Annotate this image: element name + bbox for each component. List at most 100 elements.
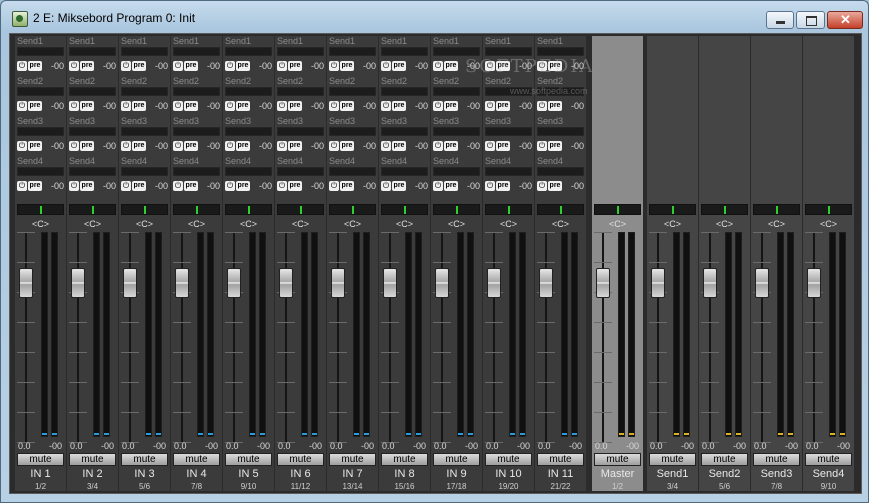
volume-fader[interactable] xyxy=(123,268,137,298)
send-pre-button[interactable]: pre xyxy=(444,61,458,71)
send-pre-button[interactable]: pre xyxy=(28,101,42,111)
send-level-slider[interactable] xyxy=(17,87,64,96)
send-pre-button[interactable]: pre xyxy=(236,141,250,151)
send-pre-button[interactable]: pre xyxy=(80,101,94,111)
pan-control[interactable] xyxy=(701,204,748,215)
send-power-button[interactable]: ⏻ xyxy=(225,61,235,71)
send-level-slider[interactable] xyxy=(329,167,376,176)
volume-fader[interactable] xyxy=(71,268,85,298)
send-level-slider[interactable] xyxy=(537,167,584,176)
send-level-slider[interactable] xyxy=(69,47,116,56)
send-pre-button[interactable]: pre xyxy=(548,141,562,151)
send-power-button[interactable]: ⏻ xyxy=(381,181,391,191)
send-power-button[interactable]: ⏻ xyxy=(329,101,339,111)
send-power-button[interactable]: ⏻ xyxy=(433,61,443,71)
send-level-slider[interactable] xyxy=(537,47,584,56)
send-power-button[interactable]: ⏻ xyxy=(277,141,287,151)
send-pre-button[interactable]: pre xyxy=(132,181,146,191)
pan-control[interactable] xyxy=(753,204,800,215)
pan-control[interactable] xyxy=(485,204,532,215)
mute-button[interactable]: mute xyxy=(594,453,641,466)
send-level-slider[interactable] xyxy=(69,127,116,136)
send-level-slider[interactable] xyxy=(17,127,64,136)
send-pre-button[interactable]: pre xyxy=(288,101,302,111)
send-power-button[interactable]: ⏻ xyxy=(69,141,79,151)
send-pre-button[interactable]: pre xyxy=(80,181,94,191)
pan-control[interactable] xyxy=(537,204,584,215)
send-power-button[interactable]: ⏻ xyxy=(121,141,131,151)
send-pre-button[interactable]: pre xyxy=(184,141,198,151)
volume-fader[interactable] xyxy=(539,268,553,298)
send-pre-button[interactable]: pre xyxy=(236,61,250,71)
send-level-slider[interactable] xyxy=(225,47,272,56)
mute-button[interactable]: mute xyxy=(17,453,64,466)
mute-button[interactable]: mute xyxy=(121,453,168,466)
minimize-button[interactable] xyxy=(766,11,794,29)
send-power-button[interactable]: ⏻ xyxy=(485,141,495,151)
send-level-slider[interactable] xyxy=(277,167,324,176)
volume-fader[interactable] xyxy=(755,268,769,298)
send-pre-button[interactable]: pre xyxy=(392,101,406,111)
send-pre-button[interactable]: pre xyxy=(340,181,354,191)
send-level-slider[interactable] xyxy=(433,47,480,56)
send-power-button[interactable]: ⏻ xyxy=(537,141,547,151)
mute-button[interactable]: mute xyxy=(753,453,800,466)
send-power-button[interactable]: ⏻ xyxy=(225,101,235,111)
send-level-slider[interactable] xyxy=(225,87,272,96)
send-pre-button[interactable]: pre xyxy=(496,101,510,111)
send-power-button[interactable]: ⏻ xyxy=(173,141,183,151)
send-pre-button[interactable]: pre xyxy=(288,141,302,151)
send-power-button[interactable]: ⏻ xyxy=(17,61,27,71)
send-power-button[interactable]: ⏻ xyxy=(225,181,235,191)
send-level-slider[interactable] xyxy=(277,127,324,136)
send-power-button[interactable]: ⏻ xyxy=(173,61,183,71)
send-power-button[interactable]: ⏻ xyxy=(17,181,27,191)
volume-fader[interactable] xyxy=(435,268,449,298)
send-power-button[interactable]: ⏻ xyxy=(69,101,79,111)
send-power-button[interactable]: ⏻ xyxy=(121,61,131,71)
pan-control[interactable] xyxy=(121,204,168,215)
send-level-slider[interactable] xyxy=(537,127,584,136)
send-pre-button[interactable]: pre xyxy=(236,101,250,111)
send-level-slider[interactable] xyxy=(173,167,220,176)
send-pre-button[interactable]: pre xyxy=(28,141,42,151)
volume-fader[interactable] xyxy=(383,268,397,298)
volume-fader[interactable] xyxy=(596,268,610,298)
volume-fader[interactable] xyxy=(19,268,33,298)
mute-button[interactable]: mute xyxy=(433,453,480,466)
send-power-button[interactable]: ⏻ xyxy=(329,181,339,191)
send-level-slider[interactable] xyxy=(121,87,168,96)
send-level-slider[interactable] xyxy=(433,127,480,136)
send-pre-button[interactable]: pre xyxy=(340,141,354,151)
volume-fader[interactable] xyxy=(175,268,189,298)
send-pre-button[interactable]: pre xyxy=(444,101,458,111)
send-level-slider[interactable] xyxy=(121,167,168,176)
send-power-button[interactable]: ⏻ xyxy=(69,181,79,191)
pan-control[interactable] xyxy=(381,204,428,215)
send-level-slider[interactable] xyxy=(329,127,376,136)
send-level-slider[interactable] xyxy=(69,87,116,96)
mute-button[interactable]: mute xyxy=(69,453,116,466)
send-level-slider[interactable] xyxy=(433,87,480,96)
send-power-button[interactable]: ⏻ xyxy=(173,101,183,111)
send-pre-button[interactable]: pre xyxy=(392,181,406,191)
send-pre-button[interactable]: pre xyxy=(340,61,354,71)
send-pre-button[interactable]: pre xyxy=(184,101,198,111)
send-pre-button[interactable]: pre xyxy=(288,181,302,191)
send-pre-button[interactable]: pre xyxy=(236,181,250,191)
volume-fader[interactable] xyxy=(703,268,717,298)
send-power-button[interactable]: ⏻ xyxy=(121,101,131,111)
mute-button[interactable]: mute xyxy=(381,453,428,466)
volume-fader[interactable] xyxy=(279,268,293,298)
pan-control[interactable] xyxy=(594,204,641,215)
send-power-button[interactable]: ⏻ xyxy=(381,141,391,151)
send-level-slider[interactable] xyxy=(121,47,168,56)
pan-control[interactable] xyxy=(649,204,696,215)
send-pre-button[interactable]: pre xyxy=(288,61,302,71)
title-bar[interactable]: 2 E: Miksebord Program 0: Init ✕ xyxy=(1,1,868,33)
send-pre-button[interactable]: pre xyxy=(28,181,42,191)
volume-fader[interactable] xyxy=(651,268,665,298)
send-level-slider[interactable] xyxy=(381,127,428,136)
send-pre-button[interactable]: pre xyxy=(184,61,198,71)
volume-fader[interactable] xyxy=(807,268,821,298)
